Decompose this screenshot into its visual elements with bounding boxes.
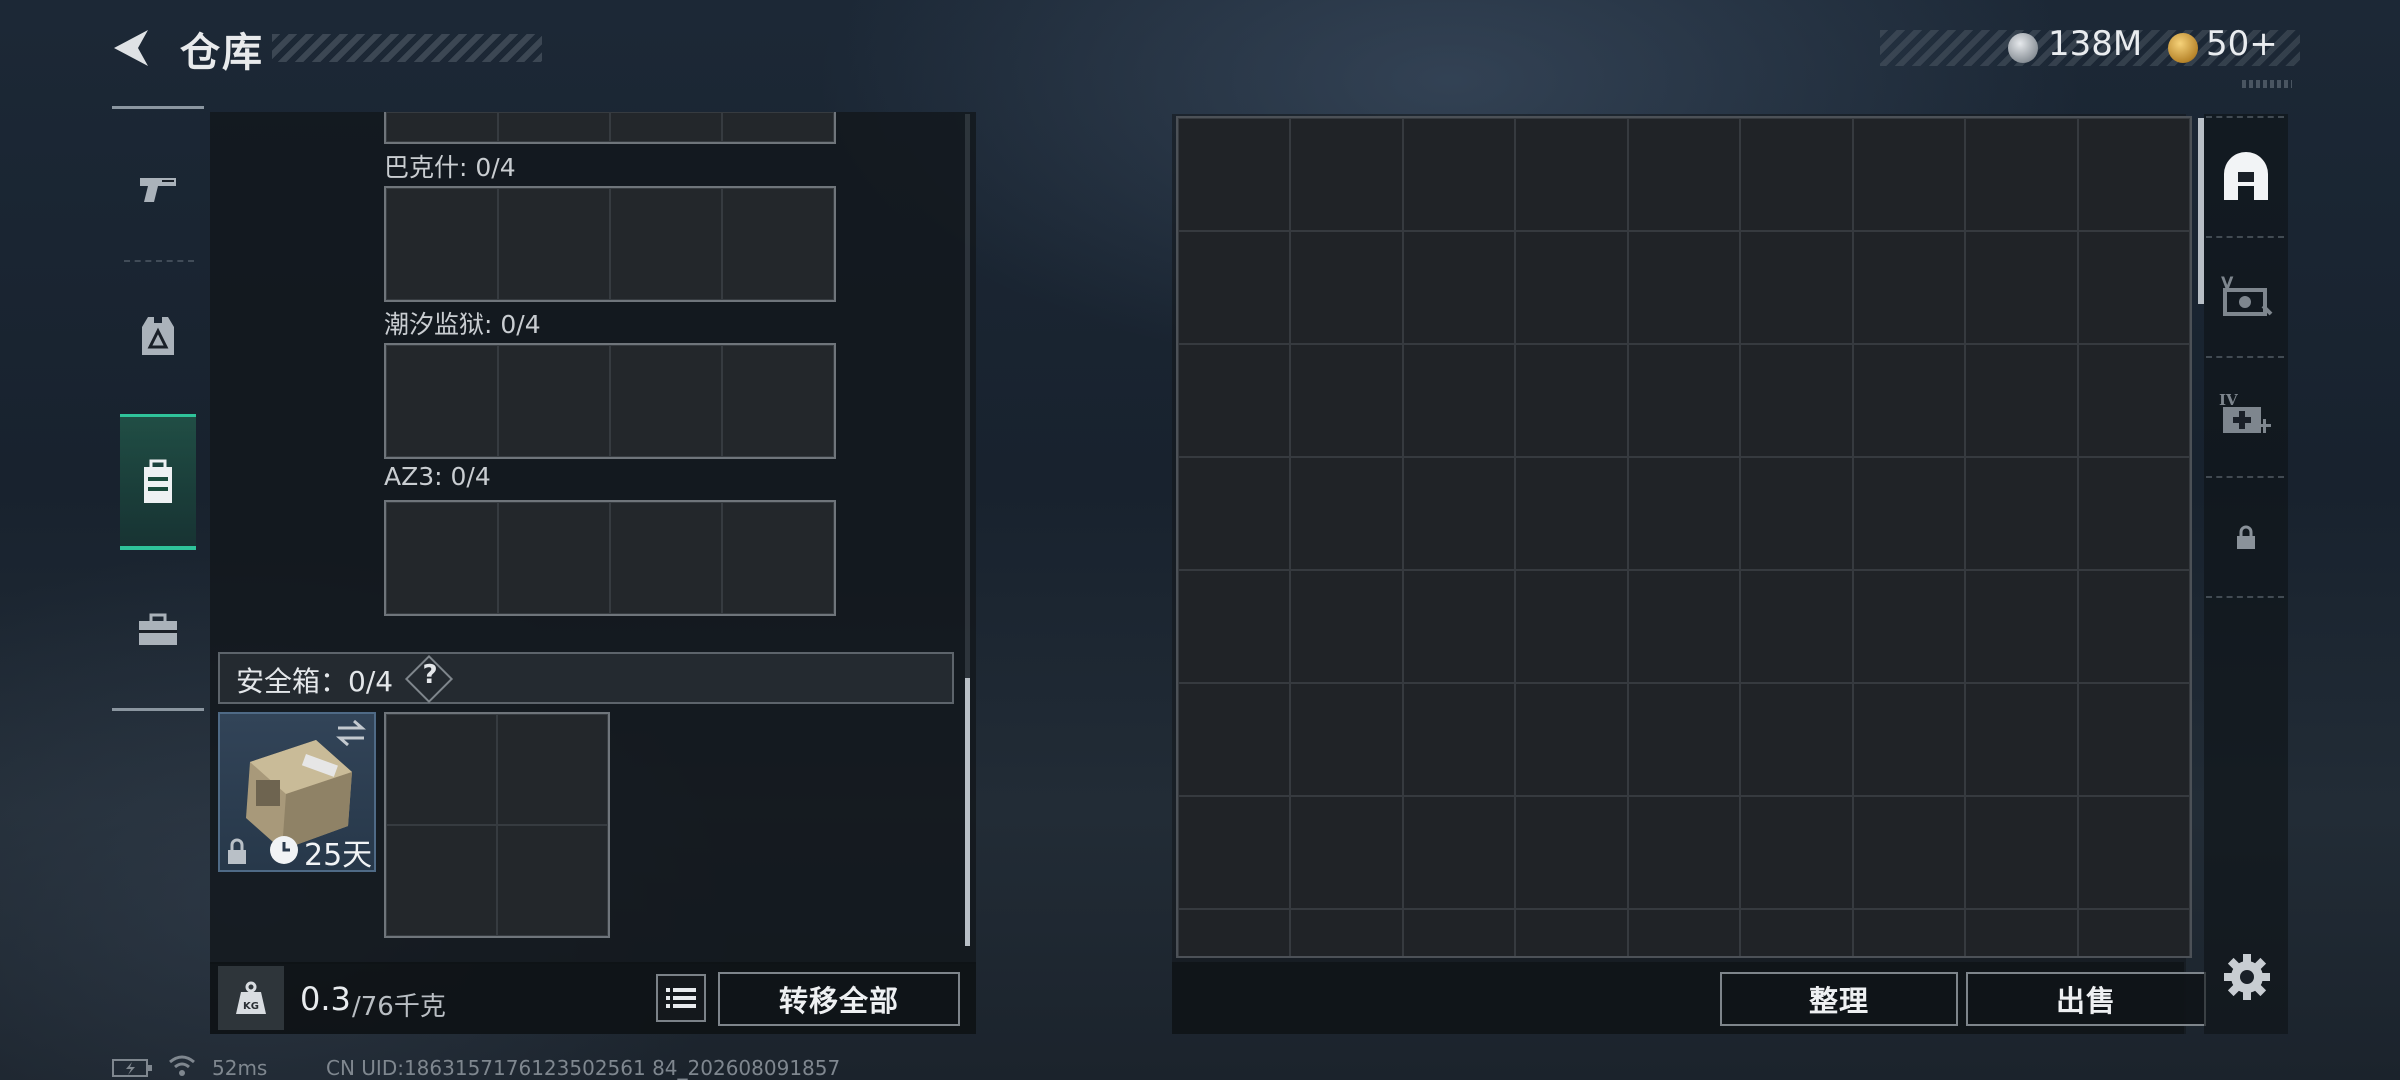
sidebar-top-line — [112, 106, 204, 109]
uid-readout: CN UID:1863157176123502561 84_2026080918… — [326, 1056, 841, 1080]
category-tab-toolbox[interactable] — [120, 562, 196, 698]
weight-icon: KG — [218, 966, 284, 1030]
stash-tab-locked[interactable] — [2212, 498, 2280, 578]
gear-icon — [2224, 954, 2270, 1000]
container-scroll-thumb[interactable] — [965, 678, 970, 946]
wifi-icon — [169, 1055, 195, 1076]
gold-coin-icon — [2168, 33, 2198, 63]
clock-icon — [270, 836, 298, 864]
stash-tab-main[interactable] — [2212, 138, 2280, 218]
container-grid[interactable] — [384, 500, 836, 616]
battery-icon — [112, 1059, 152, 1077]
help-icon: ? — [422, 660, 438, 690]
rail-divider — [2206, 236, 2284, 238]
container-label: AZ3: 0/4 — [384, 462, 491, 491]
currency-detail-mark — [2242, 80, 2292, 88]
stash-grid[interactable] — [1176, 116, 2192, 958]
v-case-icon: V — [2221, 273, 2273, 316]
ping-readout: 52ms — [212, 1056, 268, 1080]
rail-divider — [2206, 596, 2284, 598]
sidebar-bottom-line — [112, 708, 204, 711]
safe-box-label: 安全箱：0/4 — [236, 665, 394, 698]
rail-divider — [2206, 356, 2284, 358]
pistol-icon — [140, 178, 176, 202]
stash-scroll-thumb[interactable] — [2198, 118, 2204, 304]
gold-currency-amount[interactable]: 50+ — [2206, 24, 2278, 64]
rail-divider — [2206, 116, 2284, 118]
stash-tab-iv[interactable]: IV — [2212, 374, 2280, 454]
lock-icon — [228, 838, 246, 864]
iv-medkit-icon: IV — [2219, 391, 2271, 433]
stash-icon — [2224, 152, 2268, 200]
safe-box-grid[interactable] — [384, 712, 610, 938]
sort-button[interactable]: 整理 — [1720, 972, 1958, 1026]
weight-max: /76千克 — [352, 992, 446, 1022]
page-title: 仓库 — [180, 30, 264, 76]
list-view-button[interactable] — [656, 974, 706, 1022]
rail-divider — [2206, 476, 2284, 478]
container-grid[interactable] — [384, 186, 836, 302]
svg-text:IV: IV — [2219, 391, 2238, 409]
sell-button[interactable]: 出售 — [1966, 972, 2206, 1026]
safe-case-icon — [144, 459, 172, 503]
container-grid-partial[interactable] — [384, 112, 836, 144]
back-button[interactable] — [108, 24, 156, 72]
category-tab-weapons[interactable] — [120, 122, 196, 258]
container-grid[interactable] — [384, 343, 836, 459]
title-decoration — [272, 34, 542, 62]
transfer-all-button[interactable]: 转移全部 — [718, 972, 960, 1026]
lock-icon — [2237, 525, 2255, 549]
stash-tab-v[interactable]: V — [2212, 254, 2280, 334]
expiry-days: 25天 — [304, 838, 373, 873]
category-tab-armor[interactable] — [120, 268, 196, 404]
silver-currency-amount: 138M — [2048, 24, 2143, 64]
armor-vest-icon — [142, 317, 174, 355]
swap-icon[interactable] — [334, 718, 368, 748]
container-label: 潮汐监狱: 0/4 — [384, 310, 541, 339]
container-label: 巴克什: 0/4 — [384, 153, 516, 182]
list-icon — [666, 988, 696, 1008]
weight-current: 0.3 — [300, 980, 351, 1018]
silver-coin-icon — [2008, 33, 2038, 63]
kg-badge-text: KG — [243, 1001, 259, 1012]
toolbox-icon — [139, 613, 177, 645]
category-divider — [124, 260, 194, 262]
back-arrow-icon — [114, 30, 148, 66]
settings-button[interactable] — [2222, 952, 2272, 1002]
category-tab-safe-case[interactable] — [120, 414, 196, 550]
